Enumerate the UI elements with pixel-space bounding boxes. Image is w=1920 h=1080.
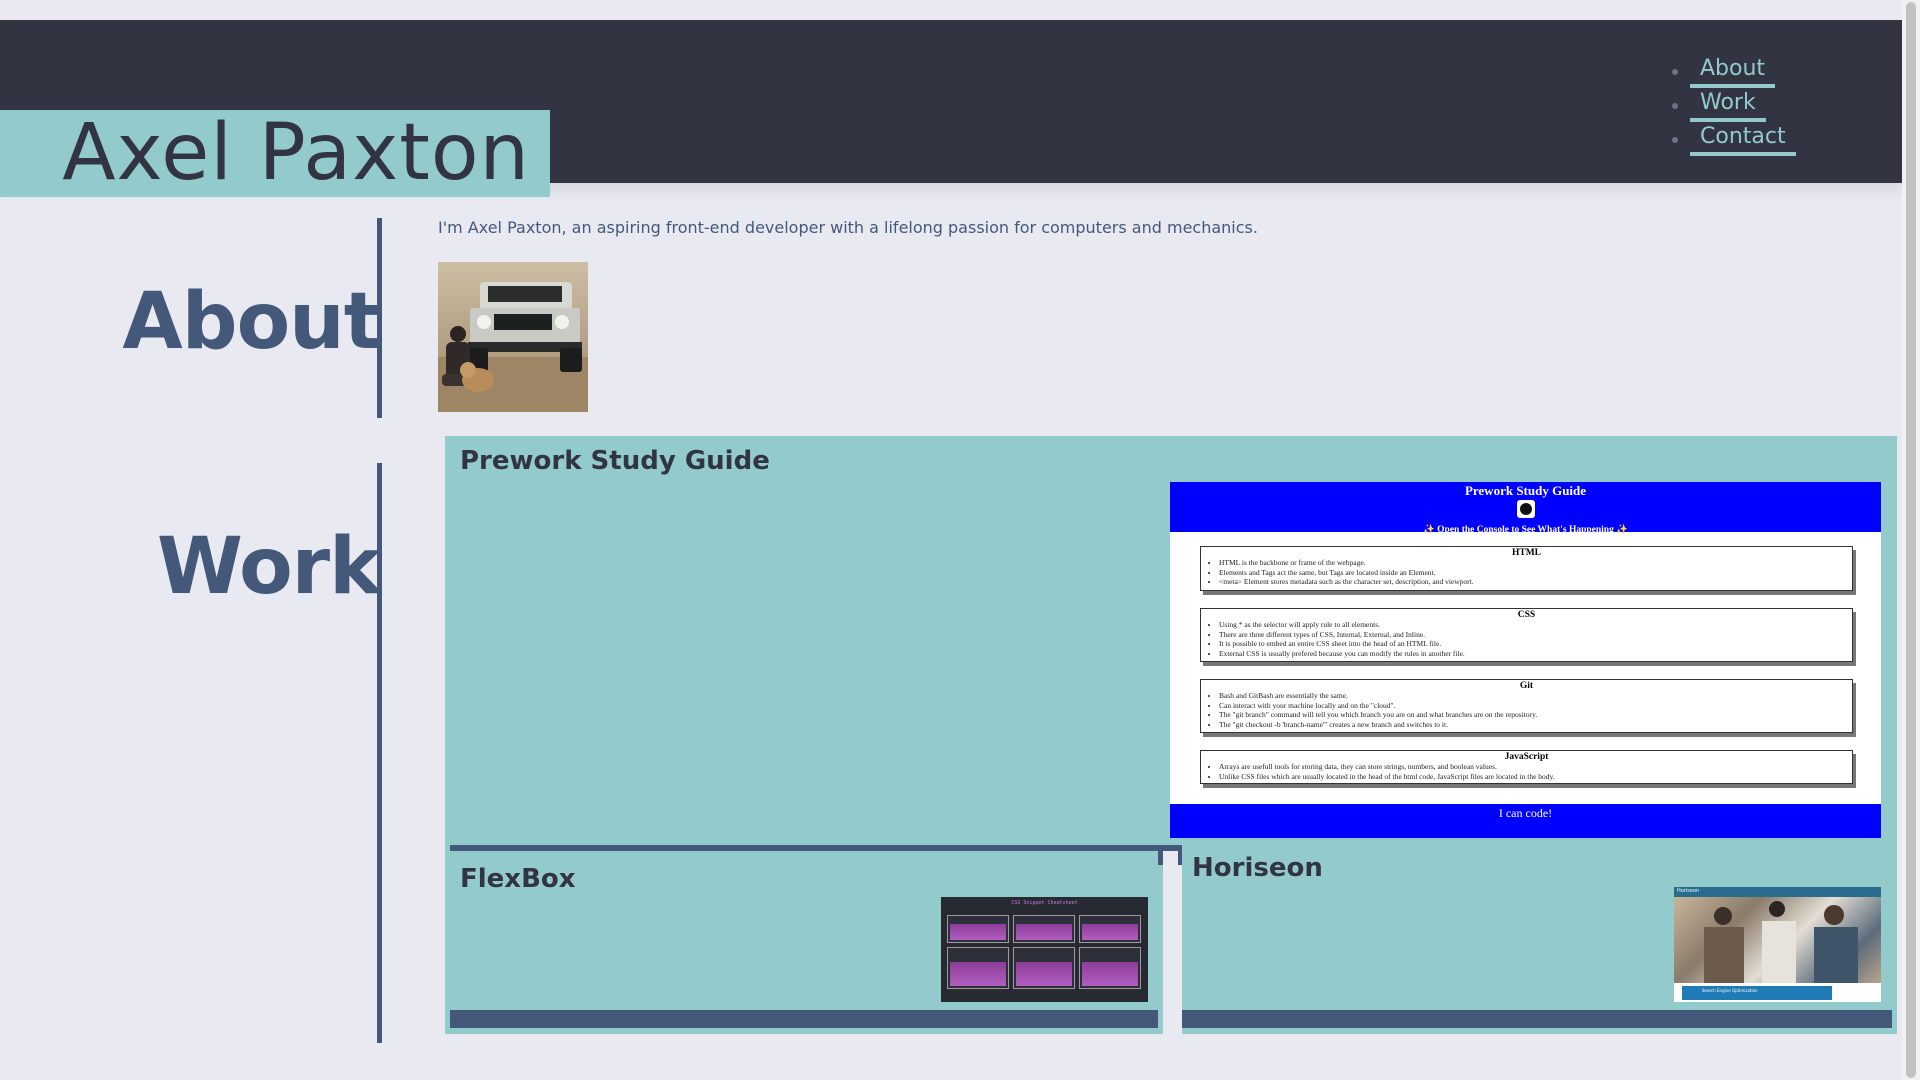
study-card-item: The "git checkout -b 'branch-name'" crea…: [1219, 720, 1846, 730]
study-card-heading: JavaScript: [1504, 752, 1549, 762]
nav-link-about[interactable]: About: [1690, 54, 1776, 88]
screenshot-navbar: [1674, 887, 1881, 897]
github-icon: [1516, 500, 1535, 518]
project-title: Horiseon: [1192, 853, 1323, 883]
project-divider: [450, 845, 1158, 851]
study-card-item: There are three different types of CSS, …: [1219, 630, 1846, 640]
screenshot-footer: I can code!: [1498, 806, 1553, 820]
screenshot-title: Prework Study Guide: [1464, 483, 1587, 498]
study-card-item: <meta> Element stores metadata such as t…: [1219, 577, 1846, 587]
project-title: Prework Study Guide: [460, 446, 770, 476]
site-title: Axel Paxton: [0, 110, 550, 198]
work-heading: Work: [156, 521, 381, 612]
study-card-item: It is possible to embed an entire CSS sh…: [1219, 639, 1846, 649]
person-figure: [1714, 907, 1732, 925]
screenshot-hero: [1674, 897, 1881, 983]
study-card-heading: Git: [1519, 681, 1534, 691]
study-card-heading: HTML: [1511, 548, 1542, 558]
study-card-item: Can interact with your machine locally a…: [1219, 701, 1846, 711]
scrollbar-thumb[interactable]: [1906, 2, 1916, 1078]
page-scrollbar[interactable]: [1902, 0, 1920, 1080]
nav-item-about: About: [1660, 54, 1796, 88]
project-footer-bar: [1182, 1010, 1892, 1028]
cheatsheet-card: [1013, 915, 1075, 943]
cheatsheet-card: [1079, 947, 1141, 989]
cheatsheet-card: [1013, 947, 1075, 989]
site-header: Axel Paxton About Work Contact: [0, 20, 1902, 198]
bullet-icon: [1672, 69, 1678, 75]
study-card-item: HTML is the backbone or frame of the web…: [1219, 558, 1846, 568]
work-divider: [377, 463, 382, 1043]
nav-item-contact: Contact: [1660, 122, 1796, 156]
screenshot-header: Prework Study Guide ✨ Open the Console t…: [1170, 482, 1881, 535]
study-card-html: HTML HTML is the backbone or frame of th…: [1200, 546, 1853, 591]
project-title: FlexBox: [460, 864, 576, 894]
study-card-item: External CSS is usually prefered because…: [1219, 649, 1846, 659]
nav-link-contact[interactable]: Contact: [1690, 122, 1796, 156]
profile-photo: [438, 262, 588, 412]
column-gap: [1178, 865, 1182, 1034]
study-card-item: Using * as the selector will apply rule …: [1219, 620, 1846, 630]
study-card-item: Bash and GitBash are essentially the sam…: [1219, 691, 1846, 701]
project-screenshot-horiseon[interactable]: Horiseon Search Engine Optimization: [1674, 887, 1881, 1002]
nav-link-work[interactable]: Work: [1690, 88, 1766, 122]
study-card-item: Unlike CSS files which are usually locat…: [1219, 772, 1846, 782]
project-screenshot-prework[interactable]: Prework Study Guide ✨ Open the Console t…: [1170, 482, 1881, 838]
study-card-heading: CSS: [1517, 610, 1536, 620]
person-body: [1814, 927, 1858, 983]
about-heading: About: [122, 276, 381, 367]
bullet-icon: [1672, 137, 1678, 143]
study-card-css: CSS Using * as the selector will apply r…: [1200, 608, 1853, 662]
screenshot-title: CSS Snippet Cheatsheet: [1011, 900, 1078, 906]
project-footer-bar: [450, 1010, 1158, 1028]
cheatsheet-card: [1079, 915, 1141, 943]
screenshot-cta: Search Engine Optimization: [1682, 986, 1832, 1000]
study-card-git: Git Bash and GitBash are essentially the…: [1200, 679, 1853, 733]
person-figure: [1824, 905, 1844, 925]
study-card-item: Elements and Tags act the same, but Tags…: [1219, 568, 1846, 578]
cheatsheet-card: [947, 947, 1009, 989]
nav-item-work: Work: [1660, 88, 1796, 122]
person-figure: [1769, 901, 1785, 917]
study-card-item: Arrays are usefull tools for storing dat…: [1219, 762, 1846, 772]
person-body: [1704, 927, 1744, 983]
project-screenshot-flexbox[interactable]: CSS Snippet Cheatsheet: [941, 897, 1148, 1002]
main-nav: About Work Contact: [1660, 54, 1796, 156]
study-card-item: The "git branch" command will tell you w…: [1219, 710, 1846, 720]
profile-photo-image: [438, 262, 588, 412]
cheatsheet-card: [947, 915, 1009, 943]
about-divider: [377, 218, 382, 418]
screenshot-cta-label: Search Engine Optimization: [1702, 988, 1758, 993]
study-card-javascript: JavaScript Arrays are usefull tools for …: [1200, 750, 1853, 784]
screenshot-body: HTML HTML is the backbone or frame of th…: [1170, 532, 1881, 804]
column-gap: [1163, 851, 1178, 1034]
screenshot-brand: Horiseon: [1677, 888, 1700, 894]
about-bio: I'm Axel Paxton, an aspiring front-end d…: [438, 218, 1258, 237]
bullet-icon: [1672, 103, 1678, 109]
person-body: [1762, 921, 1796, 983]
